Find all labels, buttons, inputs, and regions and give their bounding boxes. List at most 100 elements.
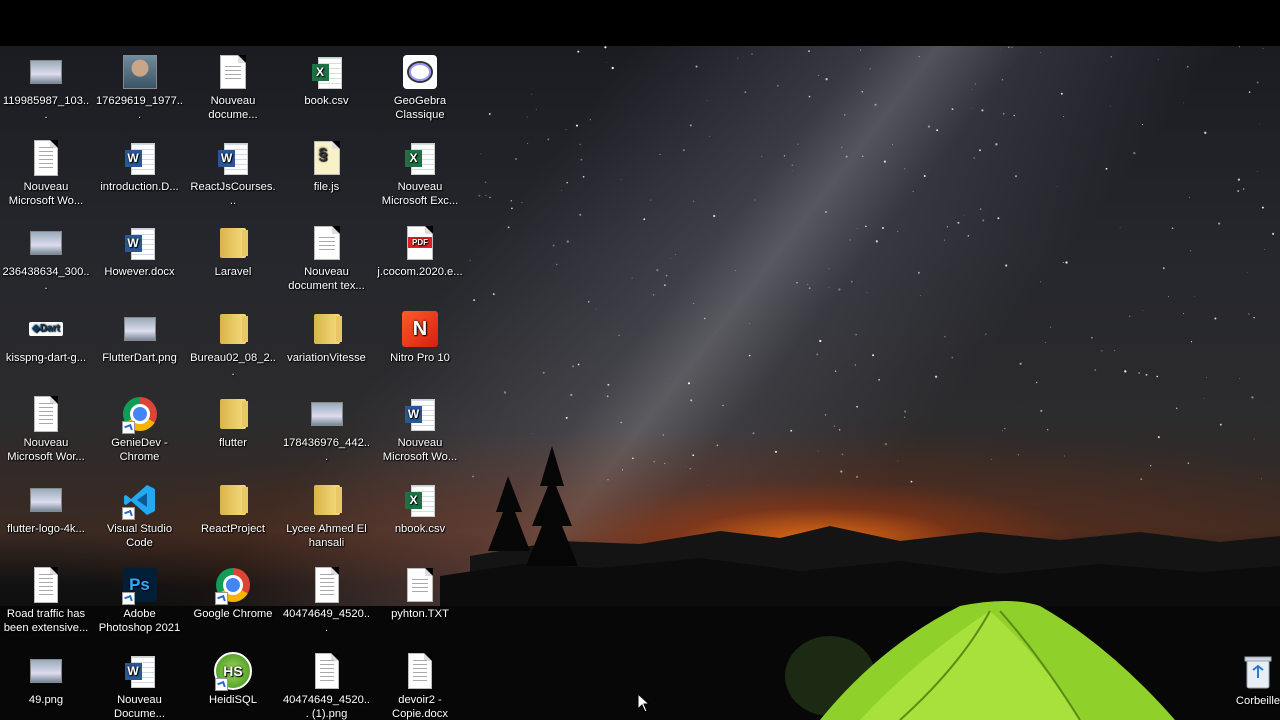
desktop-icon[interactable]: Bureau02_08_2...: [187, 303, 279, 387]
desktop-icon-label: 178436976_442...: [282, 437, 371, 463]
desktop-icon-label: 40474649_4520... (1).png: [282, 693, 371, 720]
desktop-icon[interactable]: Wintroduction.D...: [94, 132, 186, 216]
desktop-icon[interactable]: N Nitro Pro 10: [374, 303, 466, 387]
desktop-icon[interactable]: 49.png: [0, 645, 92, 720]
desktop-icon[interactable]: Nouveau document tex...: [281, 217, 373, 301]
desktop-icon[interactable]: X Nouveau Microsoft Exc...: [374, 132, 466, 216]
chrome-profile-icon: [120, 394, 160, 434]
desktop-icon[interactable]: Google Chrome: [187, 559, 279, 643]
desktop-icon[interactable]: FlutterDart.png: [94, 303, 186, 387]
desktop-icon[interactable]: PDF j.cocom.2020.e...: [374, 217, 466, 301]
desktop-icon[interactable]: W However.docx: [94, 217, 186, 301]
desktop-icon[interactable]: § file.js: [281, 132, 373, 216]
vscode-icon: [120, 480, 160, 520]
javascript-file-icon: §: [307, 138, 347, 178]
shortcut-arrow-icon: [215, 677, 228, 691]
image-thumbnail-icon: [120, 309, 160, 349]
desktop-icon[interactable]: Xbook.csv: [281, 46, 373, 130]
desktop-icon-label: Road traffic has been extensive...: [3, 608, 89, 634]
desktop-icon-label: Adobe Photoshop 2021: [98, 608, 181, 634]
desktop-icon[interactable]: pyhton.TXT: [374, 559, 466, 643]
word-icon: W: [213, 138, 253, 178]
desktop-icon-label: devoir2 - Copie.docx: [392, 693, 448, 720]
folder-icon: [213, 223, 253, 263]
text-document-icon: [307, 223, 347, 263]
desktop-icon[interactable]: Nouveau docume...: [187, 46, 279, 130]
desktop-icon-label: Nouveau docume...: [208, 95, 258, 121]
recycle-bin-icon: [1238, 652, 1278, 692]
desktop-icon-label: However.docx: [104, 266, 175, 278]
desktop-icon-label: ReactJsCourses...: [190, 180, 276, 207]
mouse-cursor-icon: [637, 693, 651, 713]
desktop-icon-label: Nouveau document tex...: [288, 266, 365, 292]
heidisql-icon: HS: [213, 651, 253, 691]
desktop-icon[interactable]: 178436976_442...: [281, 388, 373, 472]
desktop-icon[interactable]: Nouveau Microsoft Wo...: [0, 132, 92, 216]
desktop-icon[interactable]: 17629619_1977...: [94, 46, 186, 130]
desktop-icon[interactable]: flutter: [187, 388, 279, 472]
text-document-icon: [400, 565, 440, 605]
desktop-icon[interactable]: Lycee Ahmed El hansali: [281, 474, 373, 558]
shortcut-arrow-icon: [215, 592, 228, 605]
word-document-thumbnail-icon: [26, 138, 66, 178]
desktop-icon-label: Google Chrome: [193, 608, 273, 620]
text-document-icon: [213, 52, 253, 92]
folder-icon: [307, 309, 347, 349]
desktop-icon[interactable]: flutter-logo-4k...: [0, 474, 92, 558]
desktop-icon-label: flutter: [219, 437, 247, 449]
excel-csv-icon: X: [400, 480, 440, 520]
desktop-icon[interactable]: GenieDev - Chrome: [94, 388, 186, 472]
document-thumbnail-icon: [307, 651, 347, 691]
folder-icon: [307, 480, 347, 520]
desktop-icon[interactable]: devoir2 - Copie.docx: [374, 645, 466, 720]
shortcut-arrow-icon: [121, 506, 135, 520]
desktop-icon[interactable]: W Nouveau Microsoft Wo...: [374, 388, 466, 472]
desktop-icon[interactable]: 236438634_300...: [0, 217, 92, 301]
photoshop-icon: Ps: [120, 565, 160, 605]
desktop-icon[interactable]: W Nouveau Docume...: [94, 645, 186, 720]
desktop-icon-label: book.csv: [304, 95, 349, 107]
desktop-icon[interactable]: ◆Dart kisspng-dart-g...: [0, 303, 92, 387]
word-document-thumbnail-icon: [400, 651, 440, 691]
desktop-icon[interactable]: Xnbook.csv: [374, 474, 466, 558]
desktop-icon[interactable]: 40474649_4520... (1).png: [281, 645, 373, 720]
desktop-icon[interactable]: GeoGebra Classique: [374, 46, 466, 130]
desktop-icon[interactable]: Laravel: [187, 217, 279, 301]
word-document-thumbnail-icon: [26, 394, 66, 434]
desktop-icon-label: introduction.D...: [100, 180, 179, 193]
desktop-icon[interactable]: Ps Adobe Photoshop 2021: [94, 559, 186, 643]
desktop-icon[interactable]: Nouveau Microsoft Wor...: [0, 388, 92, 472]
desktop-icon-label: Laravel: [214, 266, 252, 278]
desktop-icon[interactable]: 40474649_4520...: [281, 559, 373, 643]
desktop[interactable]: 119985987_103... 17629619_1977... Nouveau …: [0, 46, 1280, 720]
image-thumbnail-icon: [26, 223, 66, 263]
desktop-icon-label: GenieDev - Chrome: [111, 437, 168, 463]
desktop-icon-label: Visual Studio Code: [106, 522, 173, 549]
desktop-icon[interactable]: Road traffic has been extensive...: [0, 559, 92, 643]
desktop-icon-label: Nitro Pro 10: [390, 351, 450, 364]
folder-icon: [213, 309, 253, 349]
desktop-icon[interactable]: 119985987_103...: [0, 46, 92, 130]
desktop-icon-label: 119985987_103...: [2, 95, 90, 121]
desktop-icon[interactable]: variationVitesse: [281, 303, 373, 387]
word-icon: W: [400, 394, 440, 434]
recycle-bin[interactable]: Corbeille: [1212, 646, 1280, 720]
shortcut-arrow-icon: [121, 421, 135, 434]
desktop-icon[interactable]: Visual Studio Code: [94, 474, 186, 558]
desktop-icon-label: Nouveau Docume...: [114, 693, 165, 720]
image-thumbnail-icon: [26, 651, 66, 691]
pdf-icon: PDF: [400, 223, 440, 263]
desktop-icon[interactable]: HS HeidiSQL: [187, 645, 279, 720]
desktop-icon-label: Nouveau Microsoft Exc...: [381, 180, 459, 207]
word-icon: W: [120, 138, 160, 178]
desktop-icon-label: HeidiSQL: [209, 693, 257, 706]
word-icon: W: [120, 651, 160, 691]
desktop-icon[interactable]: ReactProject: [187, 474, 279, 558]
desktop-icon[interactable]: W ReactJsCourses...: [187, 132, 279, 216]
desktop-icon-label: variationVitesse: [287, 351, 366, 364]
nitro-pro-icon: N: [400, 309, 440, 349]
excel-icon: X: [400, 138, 440, 178]
desktop-icon-label: pyhton.TXT: [391, 608, 449, 620]
desktop-icon-label: Nouveau Microsoft Wor...: [7, 437, 85, 463]
desktop-icon-label: GeoGebra Classique: [393, 95, 447, 121]
